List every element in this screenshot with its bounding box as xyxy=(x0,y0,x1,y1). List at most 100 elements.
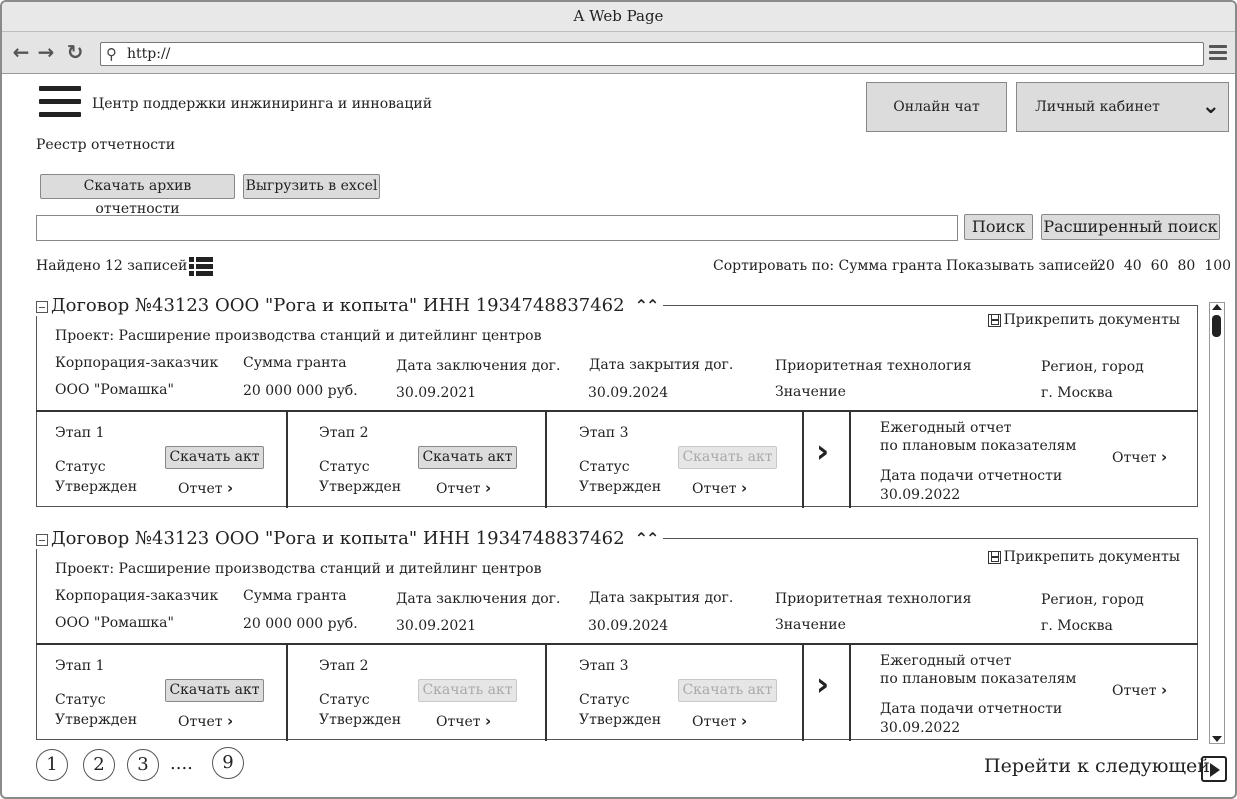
chevron-right-icon: › xyxy=(740,479,748,497)
annual-report-subtitle: по плановым показателям xyxy=(880,438,1077,454)
project-text: Проект: Расширение производства станций … xyxy=(55,328,542,344)
forward-arrow-icon[interactable]: → xyxy=(35,41,57,63)
contract-title: Договор №43123 ООО "Рога и копыта" ИНН 1… xyxy=(51,527,625,549)
list-view-icon[interactable] xyxy=(189,256,213,278)
annual-report-link[interactable]: Отчет › xyxy=(1112,681,1167,699)
annual-report-link[interactable]: Отчет › xyxy=(1112,448,1167,466)
url-bar[interactable]: ⚲ http:// xyxy=(100,42,1204,66)
show-records-options: 20 40 60 80 100 xyxy=(1097,258,1231,274)
stage-1-status-label: Статус xyxy=(55,692,106,708)
attach-documents-link[interactable]: Прикрепить документы xyxy=(987,549,1180,565)
region-label: Регион, город xyxy=(1041,592,1144,608)
grant-value: 20 000 000 руб. xyxy=(243,616,358,632)
chevron-up-icon[interactable]: ⌃⌃ xyxy=(635,529,660,548)
online-chat-button[interactable]: Онлайн чат xyxy=(866,82,1007,132)
scroll-up-icon[interactable] xyxy=(1212,304,1222,310)
tech-value: Значение xyxy=(775,384,846,400)
report-label: Отчет xyxy=(436,481,481,497)
hamburger-menu-icon[interactable] xyxy=(39,86,81,122)
card-header: Договор №43123 ООО "Рога и копыта" ИНН 1… xyxy=(36,294,664,316)
annual-report-title: Ежегодный отчет xyxy=(880,653,1012,669)
vertical-scrollbar[interactable] xyxy=(1209,302,1225,744)
stage-2-download-act-button: Скачать акт xyxy=(418,679,517,702)
show-option-40[interactable]: 40 xyxy=(1124,258,1142,274)
show-option-60[interactable]: 60 xyxy=(1151,258,1169,274)
contract-card: Договор №43123 ООО "Рога и копыта" ИНН 1… xyxy=(36,294,1198,508)
collapse-icon[interactable] xyxy=(36,301,48,313)
stage-3-download-act-button: Скачать акт xyxy=(678,446,777,469)
page-3-button[interactable]: 3 xyxy=(127,749,159,781)
customer-value: ООО "Ромашка" xyxy=(55,615,174,631)
stage-1-report-link[interactable]: Отчет › xyxy=(178,479,233,497)
browser-navbar: ← → ↻ ⚲ http:// xyxy=(2,32,1235,74)
stage-2-download-act-button[interactable]: Скачать акт xyxy=(418,446,517,469)
stage-3-name: Этап 3 xyxy=(579,658,629,674)
customer-label: Корпорация-заказчик xyxy=(55,355,219,371)
stage-2-report-link[interactable]: Отчет › xyxy=(436,712,491,730)
collapse-icon[interactable] xyxy=(36,534,48,546)
report-label: Отчет xyxy=(692,714,737,730)
page-9-button[interactable]: 9 xyxy=(212,747,244,779)
report-label: Отчет xyxy=(1112,683,1157,699)
contract-title: Договор №43123 ООО "Рога и копыта" ИНН 1… xyxy=(51,294,625,316)
chevron-up-icon[interactable]: ⌃⌃ xyxy=(635,296,660,315)
advanced-search-button[interactable]: Расширенный поиск xyxy=(1041,214,1220,240)
stage-1-download-act-button[interactable]: Скачать акт xyxy=(165,679,264,702)
personal-account-label: Личный кабинет xyxy=(1035,99,1160,115)
submission-date-label: Дата подачи отчетности xyxy=(880,701,1063,717)
stage-3-report-link[interactable]: Отчет › xyxy=(692,712,747,730)
chevron-right-icon: › xyxy=(1160,681,1168,699)
stage-1-download-act-button[interactable]: Скачать акт xyxy=(165,446,264,469)
contract-end-value: 30.09.2024 xyxy=(588,385,669,401)
next-stage-chevron-icon[interactable]: › xyxy=(816,432,829,470)
chevron-right-icon: › xyxy=(1160,448,1168,466)
download-archive-button[interactable]: Скачать архив отчетности xyxy=(40,174,235,217)
stage-3-status: Утвержден xyxy=(579,479,662,495)
attach-documents-label: Прикрепить документы xyxy=(1003,312,1180,328)
sort-selector[interactable]: Сортировать по: Сумма гранта xyxy=(713,258,942,274)
page-2-button[interactable]: 2 xyxy=(83,749,115,781)
tech-label: Приоритетная технология xyxy=(775,591,972,607)
browser-menu-icon[interactable] xyxy=(1209,45,1227,61)
personal-account-button[interactable]: Личный кабинет ⌄ xyxy=(1016,82,1229,132)
stage-1-status: Утвержден xyxy=(55,479,138,495)
back-arrow-icon[interactable]: ← xyxy=(10,41,32,63)
reload-icon[interactable]: ↻ xyxy=(64,41,86,63)
contract-end-value: 30.09.2024 xyxy=(588,618,669,634)
stages-row: Этап 1 Статус Утвержден Скачать акт Отче… xyxy=(36,643,1198,741)
export-excel-button[interactable]: Выгрузить в excel xyxy=(243,174,380,199)
stage-1-name: Этап 1 xyxy=(55,425,105,441)
chevron-down-icon: ⌄ xyxy=(1201,94,1220,119)
stage-3-status-label: Статус xyxy=(579,692,630,708)
next-page-link[interactable]: Перейти к следующей xyxy=(984,755,1210,777)
region-value: г. Москва xyxy=(1041,385,1113,401)
stage-2-name: Этап 2 xyxy=(319,425,369,441)
report-label: Отчет xyxy=(178,714,223,730)
browser-window: A Web Page ← → ↻ ⚲ http:// Центр поддерж… xyxy=(0,0,1237,799)
scroll-thumb[interactable] xyxy=(1212,315,1221,337)
site-title: Центр поддержки инжиниринга и инноваций xyxy=(92,96,433,112)
attach-documents-link[interactable]: Прикрепить документы xyxy=(987,312,1180,328)
stages-row: Этап 1 Статус Утвержден Скачать акт Отче… xyxy=(36,410,1198,508)
stage-2-report-link[interactable]: Отчет › xyxy=(436,479,491,497)
show-option-100[interactable]: 100 xyxy=(1204,258,1231,274)
online-chat-label: Онлайн чат xyxy=(893,99,980,115)
search-input[interactable] xyxy=(36,215,958,241)
play-next-icon[interactable] xyxy=(1201,756,1227,782)
page-1-button[interactable]: 1 xyxy=(36,749,68,781)
contract-start-value: 30.09.2021 xyxy=(396,385,477,401)
stage-1-report-link[interactable]: Отчет › xyxy=(178,712,233,730)
show-option-80[interactable]: 80 xyxy=(1177,258,1195,274)
show-option-20[interactable]: 20 xyxy=(1097,258,1115,274)
next-stage-chevron-icon[interactable]: › xyxy=(816,665,829,703)
export-excel-label: Выгрузить в excel xyxy=(245,178,378,194)
save-icon xyxy=(987,313,1001,327)
customer-value: ООО "Ромашка" xyxy=(55,382,174,398)
chevron-right-icon: › xyxy=(226,479,234,497)
stage-3-report-link[interactable]: Отчет › xyxy=(692,479,747,497)
project-text: Проект: Расширение производства станций … xyxy=(55,561,542,577)
scroll-down-icon[interactable] xyxy=(1212,736,1222,742)
submission-date-value: 30.09.2022 xyxy=(880,487,961,503)
search-button[interactable]: Поиск xyxy=(964,214,1033,240)
annual-report-title: Ежегодный отчет xyxy=(880,420,1012,436)
